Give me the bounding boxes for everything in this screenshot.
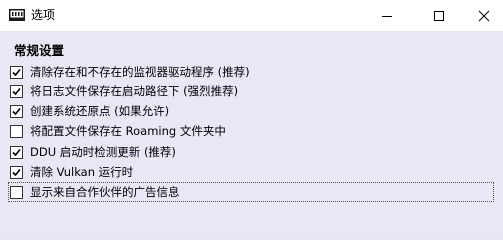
option-create-restore-point[interactable]: 创建系统还原点 (如果允许) (10, 103, 169, 119)
option-label: 显示来自合作伙伴的广告信息 (30, 185, 180, 199)
options-window: 选项 常规设置 清除存在和不存在的监视器驱动程序 (推荐) 将日志文件保存在启动… (0, 0, 503, 228)
option-save-log-files[interactable]: 将日志文件保存在启动路径下 (强烈推荐) (10, 83, 238, 99)
app-icon (8, 6, 26, 24)
maximize-button[interactable] (416, 0, 462, 31)
checkbox[interactable] (10, 185, 23, 199)
close-icon (478, 10, 490, 22)
option-label: 清除 Vulkan 运行时 (30, 165, 134, 179)
checkbox[interactable] (10, 124, 23, 138)
title-bar[interactable]: 选项 (0, 0, 503, 31)
checkmark-icon (12, 68, 21, 76)
option-label: 创建系统还原点 (如果允许) (30, 104, 170, 118)
window-title: 选项 (31, 8, 56, 22)
checkbox[interactable] (10, 65, 23, 79)
checkmark-icon (12, 107, 21, 115)
checkbox[interactable] (10, 104, 23, 118)
checkmark-icon (12, 87, 21, 95)
option-remove-monitor-drivers[interactable]: 清除存在和不存在的监视器驱动程序 (推荐) (10, 64, 250, 80)
maximize-icon (433, 10, 445, 22)
checkbox[interactable] (10, 84, 23, 98)
checkbox[interactable] (10, 145, 23, 159)
close-button[interactable] (461, 0, 503, 31)
checkbox[interactable] (10, 165, 23, 179)
option-partner-ads[interactable]: 显示来自合作伙伴的广告信息 (8, 182, 494, 202)
checkmark-icon (12, 148, 21, 156)
option-remove-vulkan[interactable]: 清除 Vulkan 运行时 (10, 164, 133, 180)
option-label: 清除存在和不存在的监视器驱动程序 (推荐) (30, 65, 250, 79)
option-label: DDU 启动时检测更新 (推荐) (30, 145, 176, 159)
option-label: 将日志文件保存在启动路径下 (强烈推荐) (30, 84, 239, 98)
minimize-button[interactable] (364, 0, 410, 31)
checkmark-icon (12, 168, 21, 176)
minimize-icon (381, 10, 393, 22)
section-title: 常规设置 (14, 43, 65, 58)
option-label: 将配置文件保存在 Roaming 文件夹中 (30, 124, 226, 138)
option-check-updates[interactable]: DDU 启动时检测更新 (推荐) (10, 144, 176, 160)
option-roaming-config[interactable]: 将配置文件保存在 Roaming 文件夹中 (10, 123, 226, 139)
